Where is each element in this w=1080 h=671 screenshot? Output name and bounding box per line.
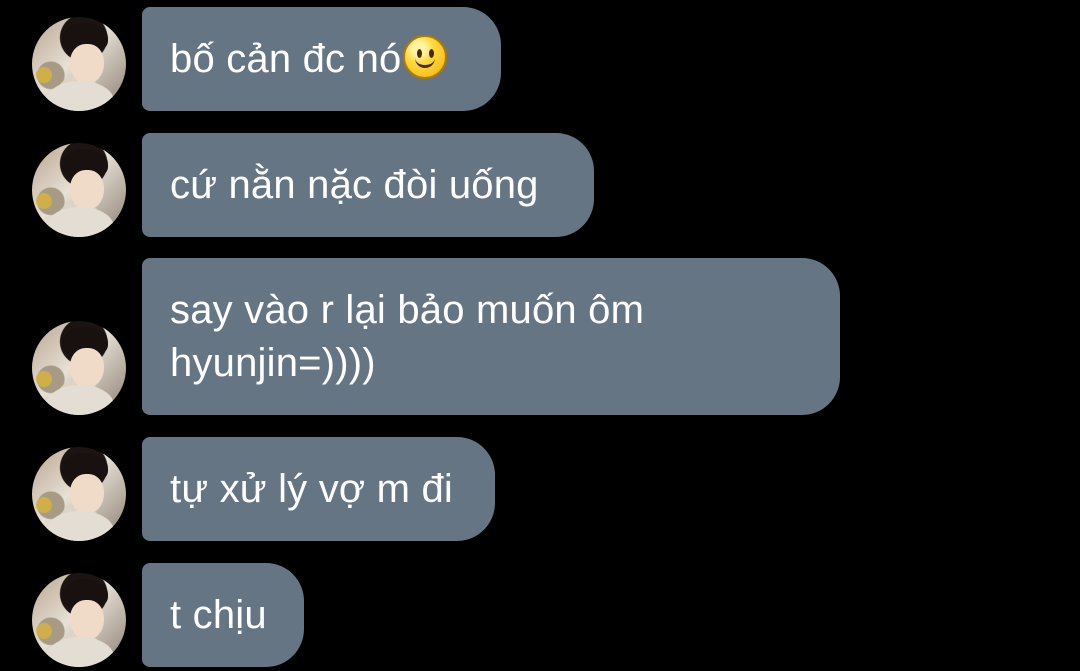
sender-avatar[interactable] [32,17,126,111]
avatar-highlight [36,67,52,83]
message-bubble[interactable]: t chịu [142,563,304,667]
avatar-face [70,348,104,388]
avatar-highlight [36,623,52,639]
avatar-highlight [36,371,52,387]
slightly-smiling-face-icon [403,35,448,79]
message-bubble[interactable]: bố cản đc nó [142,7,501,111]
avatar-highlight [36,193,52,209]
sender-avatar[interactable] [32,447,126,541]
sender-avatar[interactable] [32,143,126,237]
avatar-shirt [46,511,114,541]
message-bubble[interactable]: cứ nằn nặc đòi uống [142,133,594,237]
message-text: bố cản đc nó [170,36,402,81]
sender-avatar[interactable] [32,321,126,415]
message-text: tự xử lý vợ m đi [170,466,454,511]
message-text: cứ nằn nặc đòi uống [170,162,539,207]
message-bubble[interactable]: tự xử lý vợ m đi [142,437,495,541]
sender-avatar[interactable] [32,573,126,667]
avatar-shirt [46,207,114,237]
avatar-face [70,600,104,640]
avatar-face [70,170,104,210]
message-bubble[interactable]: say vào r lại bảo muốn ôm hyunjin=)))) [142,258,840,415]
avatar-shirt [46,81,114,111]
message-text: t chịu [170,592,267,637]
avatar-highlight [36,497,52,513]
avatar-face [70,474,104,514]
chat-thread: bố cản đc nó cứ nằn nặc đòi uống say vào… [0,0,1080,671]
avatar-shirt [46,385,114,415]
message-text: say vào r lại bảo muốn ôm hyunjin=)))) [170,288,645,385]
avatar-shirt [46,637,114,667]
avatar-face [70,44,104,84]
